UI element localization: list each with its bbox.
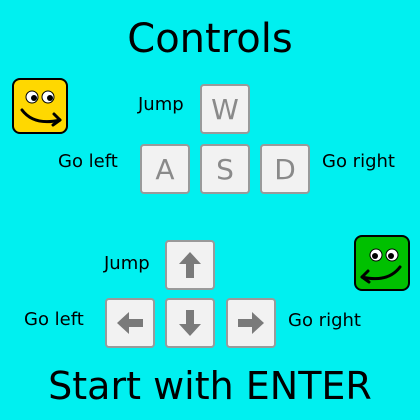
key-w: W — [200, 84, 250, 134]
go-left-label-p1: Go left — [58, 151, 118, 172]
go-right-label-p2: Go right — [288, 310, 361, 331]
key-a: A — [140, 144, 190, 194]
jump-label-p2: Jump — [104, 253, 150, 274]
arrow-up-icon — [165, 240, 215, 290]
key-s: S — [200, 144, 250, 194]
go-left-label-p2: Go left — [24, 309, 84, 330]
go-right-label-p1: Go right — [322, 151, 395, 172]
green-smiley-face-icon — [354, 235, 410, 291]
arrow-down-icon — [165, 298, 215, 348]
yellow-smiley-face-icon — [12, 78, 68, 134]
arrow-right-icon — [226, 298, 276, 348]
jump-label-p1: Jump — [138, 94, 184, 115]
start-prompt: Start with ENTER — [48, 364, 372, 408]
key-d: D — [260, 144, 310, 194]
arrow-left-icon — [105, 298, 155, 348]
page-title: Controls — [127, 16, 293, 62]
controls-screen: Controls Jump W Go left A S D Go right J… — [0, 0, 420, 420]
